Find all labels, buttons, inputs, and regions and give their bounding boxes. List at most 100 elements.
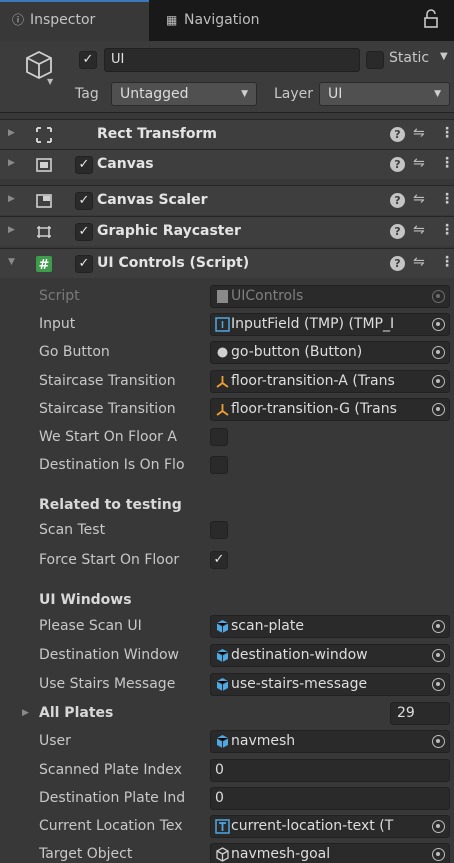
active-checkbox[interactable]: ✓ <box>79 51 97 69</box>
field-destination-is-on-floor: Destination Is On Flo <box>0 451 454 479</box>
start-floor-a-checkbox[interactable] <box>210 428 228 446</box>
field-value: scan-plate <box>231 618 304 634</box>
tag-dropdown[interactable]: Untagged ▼ <box>111 82 257 106</box>
help-icon[interactable]: ? <box>390 224 405 239</box>
scan-test-checkbox[interactable] <box>210 521 228 539</box>
component-enabled-checkbox[interactable]: ✓ <box>75 156 93 174</box>
field-label: User <box>39 733 71 749</box>
object-picker-icon[interactable] <box>432 403 445 416</box>
component-enabled-checkbox[interactable]: ✓ <box>75 223 93 241</box>
go-button-object-field[interactable]: go-button (Button) <box>210 341 450 364</box>
object-picker-icon[interactable] <box>432 820 445 833</box>
more-options-icon[interactable]: ⋮ <box>440 191 454 207</box>
destination-plate-index-input[interactable]: 0 <box>210 787 450 810</box>
transform-icon <box>216 376 229 388</box>
help-icon[interactable]: ? <box>390 157 405 172</box>
component-enabled-checkbox[interactable]: ✓ <box>75 192 93 210</box>
layer-dropdown[interactable]: UI ▼ <box>319 82 450 106</box>
field-value: floor-transition-G (Trans <box>231 401 397 417</box>
scanned-plate-index-input[interactable]: 0 <box>210 759 450 782</box>
input-object-field[interactable]: InputField (TMP) (TMP_I <box>210 313 450 336</box>
component-name: Graphic Raycaster <box>97 223 241 239</box>
object-picker-icon[interactable] <box>432 620 445 633</box>
lock-icon[interactable] <box>424 9 438 29</box>
object-picker-icon[interactable] <box>432 318 445 331</box>
component-ui-controls[interactable]: ▼ # ✓ UI Controls (Script) ? ⇋ ⋮ <box>0 248 454 278</box>
field-staircase-transition-g: Staircase Transition floor-transition-G … <box>0 395 454 423</box>
tab-bar: ⓘ Inspector ▦ Navigation <box>0 0 454 41</box>
expand-arrow-icon[interactable]: ▶ <box>8 158 15 168</box>
destination-window-object-field[interactable]: destination-window <box>210 644 450 667</box>
more-options-icon[interactable]: ⋮ <box>440 155 454 171</box>
field-value: UIControls <box>231 288 304 304</box>
preset-icon[interactable]: ⇋ <box>413 125 425 141</box>
field-label: Destination Is On Flo <box>39 457 185 473</box>
expand-arrow-icon[interactable]: ▶ <box>8 225 15 235</box>
canvas-icon <box>36 158 52 172</box>
help-icon[interactable]: ? <box>390 256 405 271</box>
expand-arrow-icon[interactable]: ▶ <box>22 708 29 718</box>
field-label: Staircase Transition <box>39 401 176 417</box>
field-destination-plate-index: Destination Plate Ind 0 <box>0 784 454 812</box>
collapse-arrow-icon[interactable]: ▼ <box>8 257 15 267</box>
component-graphic-raycaster[interactable]: ▶ ✓ Graphic Raycaster ? ⇋ ⋮ <box>0 216 454 246</box>
more-options-icon[interactable]: ⋮ <box>440 222 454 238</box>
section-header-ui-windows: UI Windows <box>39 592 132 608</box>
preset-icon[interactable]: ⇋ <box>413 222 425 238</box>
preset-icon[interactable]: ⇋ <box>413 254 425 270</box>
expand-arrow-icon[interactable]: ▶ <box>8 194 15 204</box>
staircase-a-object-field[interactable]: floor-transition-A (Trans <box>210 370 450 393</box>
current-location-object-field[interactable]: current-location-text (T <box>210 815 450 838</box>
field-label: Force Start On Floor <box>39 552 180 568</box>
prefab-icon <box>216 678 229 691</box>
field-all-plates[interactable]: ▶ All Plates 29 <box>0 699 454 727</box>
gameobject-icon <box>216 847 229 862</box>
object-picker-icon[interactable] <box>432 375 445 388</box>
more-options-icon[interactable]: ⋮ <box>440 125 454 141</box>
destination-on-floor-checkbox[interactable] <box>210 456 228 474</box>
object-picker-icon[interactable] <box>432 735 445 748</box>
help-icon[interactable]: ? <box>390 193 405 208</box>
component-name: Canvas <box>97 156 154 172</box>
field-label: Use Stairs Message <box>39 676 176 692</box>
icon-dropdown-arrow-icon[interactable]: ▼ <box>47 77 53 86</box>
tab-inspector[interactable]: ⓘ Inspector <box>0 0 149 41</box>
preset-icon[interactable]: ⇋ <box>413 155 425 171</box>
component-enabled-checkbox[interactable]: ✓ <box>75 255 93 273</box>
preset-icon[interactable]: ⇋ <box>413 191 425 207</box>
target-object-field[interactable]: navmesh-goal <box>210 843 450 863</box>
object-picker-icon[interactable] <box>432 678 445 691</box>
gameobject-name-field[interactable]: UI <box>104 48 360 72</box>
field-go-button: Go Button go-button (Button) <box>0 338 454 366</box>
script-file-icon <box>217 290 228 303</box>
field-label: Destination Plate Ind <box>39 790 186 806</box>
chevron-down-icon: ▼ <box>434 89 441 99</box>
layer-value: UI <box>328 86 343 102</box>
script-icon: # <box>36 256 52 273</box>
object-picker-icon[interactable] <box>432 649 445 662</box>
component-canvas[interactable]: ▶ ✓ Canvas ? ⇋ ⋮ <box>0 149 454 179</box>
force-start-checkbox[interactable]: ✓ <box>210 551 228 569</box>
expand-arrow-icon[interactable]: ▶ <box>8 128 15 138</box>
user-object-field[interactable]: navmesh <box>210 730 450 753</box>
canvas-scaler-icon <box>36 194 52 208</box>
help-icon[interactable]: ? <box>390 127 405 142</box>
staircase-g-object-field[interactable]: floor-transition-G (Trans <box>210 398 450 421</box>
object-picker-icon[interactable] <box>432 346 445 359</box>
more-options-icon[interactable]: ⋮ <box>440 254 454 270</box>
field-force-start-on-floor: Force Start On Floor ✓ <box>0 546 454 574</box>
tab-navigation[interactable]: ▦ Navigation <box>166 0 260 41</box>
please-scan-object-field[interactable]: scan-plate <box>210 615 450 638</box>
transform-icon <box>216 404 229 416</box>
static-dropdown-icon[interactable]: ▼ <box>440 51 448 62</box>
field-value: InputField (TMP) (TMP_I <box>231 316 395 332</box>
static-checkbox[interactable] <box>366 51 384 69</box>
component-canvas-scaler[interactable]: ▶ ✓ Canvas Scaler ? ⇋ ⋮ <box>0 185 454 215</box>
static-label: Static <box>389 50 430 66</box>
use-stairs-object-field[interactable]: use-stairs-message <box>210 673 450 696</box>
component-rect-transform[interactable]: ▶ Rect Transform ? ⇋ ⋮ <box>0 119 454 149</box>
svg-text:#: # <box>39 258 50 273</box>
array-size-field[interactable]: 29 <box>390 702 450 725</box>
object-picker-icon[interactable] <box>432 848 445 861</box>
field-value: navmesh-goal <box>231 846 331 862</box>
